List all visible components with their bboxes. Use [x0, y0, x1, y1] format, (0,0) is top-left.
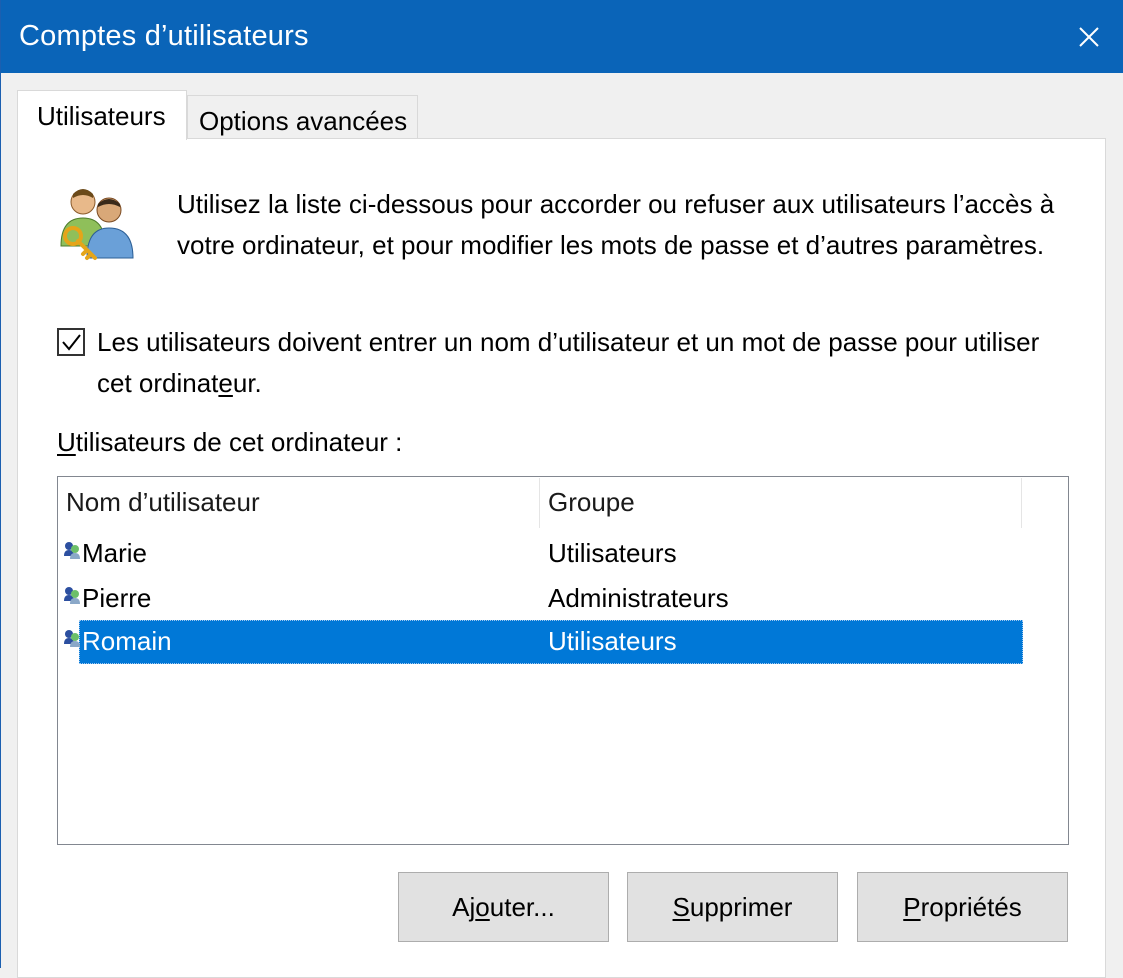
title-bar: Comptes d’utilisateurs — [1, 0, 1123, 73]
checkmark-icon — [62, 334, 81, 351]
remove-button[interactable]: Supprimer — [627, 872, 838, 942]
user-accounts-dialog: Comptes d’utilisateurs Utilisateurs Opti… — [0, 0, 1123, 978]
remove-button-label-end: upprimer — [689, 891, 793, 922]
row-username: Pierre — [82, 583, 152, 613]
tab-advanced-options[interactable]: Options avancées — [187, 95, 418, 140]
require-login-label-end: ur. — [232, 368, 262, 398]
close-icon — [1079, 26, 1099, 47]
require-login-mnemonic: e — [218, 368, 233, 398]
row-group: Utilisateurs — [548, 626, 677, 656]
remove-button-mnemonic: S — [672, 891, 690, 922]
users-list-label-text: tilisateurs de cet ordinateur : — [75, 427, 403, 457]
table-row[interactable]: Marie Utilisateurs — [59, 532, 1023, 576]
users-list-label: Utilisateurs de cet ordinateur : — [57, 427, 402, 458]
properties-button-label-end: ropriétés — [920, 891, 1022, 922]
add-button-label-end: uter... — [489, 891, 555, 922]
properties-button[interactable]: Propriétés — [857, 872, 1068, 942]
row-group: Utilisateurs — [548, 538, 677, 568]
users-list-label-mnemonic: U — [57, 427, 76, 457]
column-separator[interactable] — [1021, 478, 1022, 528]
add-button-label-start: Aj — [452, 891, 476, 922]
row-username: Marie — [82, 538, 148, 568]
intro-text: Utilisez la liste ci-dessous pour accord… — [177, 189, 1055, 260]
user-icon — [64, 542, 80, 559]
user-icon — [64, 587, 80, 604]
row-group: Administrateurs — [548, 583, 729, 613]
window-title: Comptes d’utilisateurs — [19, 20, 309, 52]
row-username: Romain — [82, 626, 172, 656]
table-row-selected[interactable]: Romain Utilisateurs — [59, 620, 1023, 664]
properties-button-mnemonic: P — [903, 891, 921, 922]
users-key-icon — [60, 189, 134, 260]
require-login-checkbox[interactable] — [57, 328, 85, 356]
require-login-label[interactable]: Les utilisateurs doivent entrer un nom d… — [97, 322, 1057, 404]
add-button-mnemonic: o — [475, 891, 490, 922]
user-icon — [64, 630, 80, 647]
column-header-username[interactable]: Nom d’utilisateur — [66, 487, 260, 518]
add-button[interactable]: Aj o uter... — [398, 872, 609, 942]
tab-users[interactable]: Utilisateurs — [17, 90, 187, 140]
table-row[interactable]: Pierre Administrateurs — [59, 577, 1023, 621]
column-header-group[interactable]: Groupe — [548, 487, 635, 518]
close-button[interactable] — [1054, 0, 1123, 73]
column-separator[interactable] — [539, 478, 540, 528]
